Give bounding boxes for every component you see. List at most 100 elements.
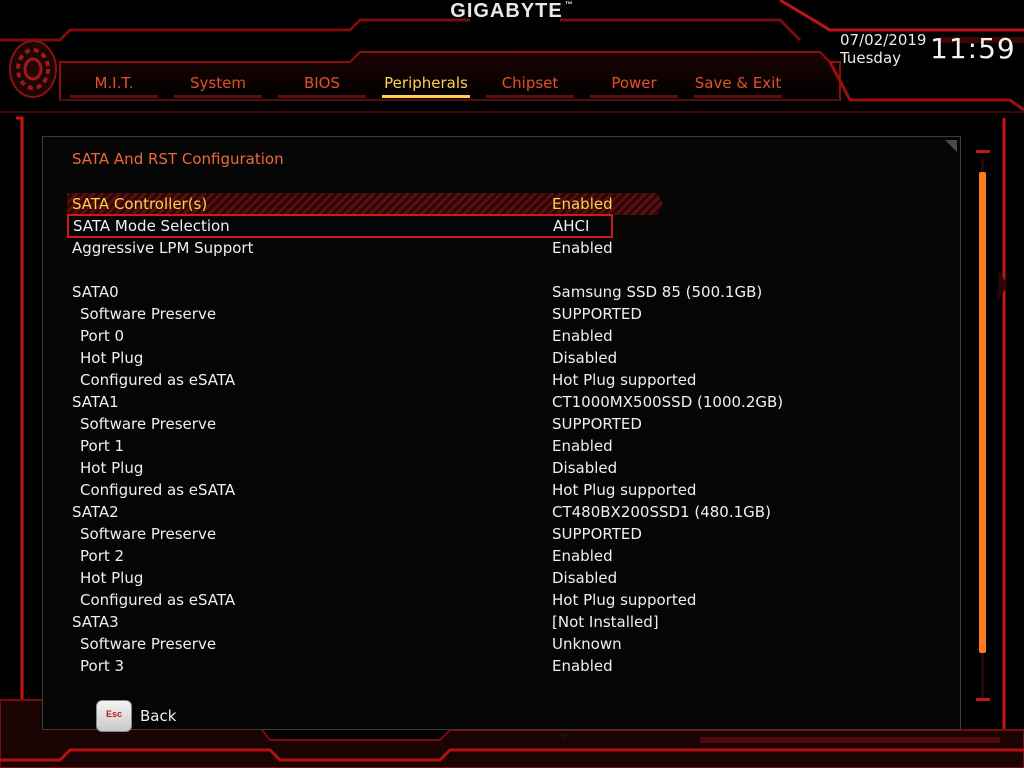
- tab-underline: [278, 95, 366, 98]
- setting-value: Disabled: [552, 459, 618, 477]
- tab-label: Save & Exit: [694, 74, 782, 92]
- info-row-software-preserve-1: Software Preserve SUPPORTED: [67, 413, 642, 435]
- setting-row-sata-mode-selection[interactable]: SATA Mode Selection AHCI: [67, 214, 613, 238]
- setting-label: SATA0: [72, 283, 119, 301]
- tab-label: Peripherals: [384, 74, 468, 92]
- brand-name: GIGABYTE: [450, 0, 563, 22]
- tab-underline: [486, 95, 574, 98]
- tab-label: BIOS: [303, 74, 341, 92]
- setting-label: Hot Plug: [80, 459, 144, 477]
- scrollbar-bottom-cap: [976, 698, 990, 701]
- setting-value: Enabled: [552, 239, 613, 257]
- esc-key-icon: Esc: [96, 700, 132, 732]
- setting-value: Enabled: [552, 195, 613, 213]
- panel-corner-decoration: [945, 140, 957, 152]
- tab-underline: [174, 95, 262, 98]
- setting-value: SUPPORTED: [552, 415, 642, 433]
- tab-underline: [70, 95, 158, 98]
- setting-value: Hot Plug supported: [552, 371, 697, 389]
- setting-row-port-2[interactable]: Port 2 Enabled: [67, 545, 637, 567]
- weekday: Tuesday: [840, 49, 902, 67]
- back-label: Back: [140, 707, 177, 725]
- setting-label: Configured as eSATA: [80, 481, 236, 499]
- setting-label: Hot Plug: [80, 569, 144, 587]
- setting-row-sata-controllers[interactable]: SATA Controller(s) Enabled: [67, 193, 663, 215]
- settings-panel: SATA And RST Configuration SATA Controll…: [42, 136, 961, 730]
- setting-label: SATA2: [72, 503, 119, 521]
- tab-power[interactable]: Power: [590, 72, 678, 98]
- setting-value: Enabled: [552, 547, 613, 565]
- info-row-sata0: SATA0 Samsung SSD 85 (500.1GB): [67, 281, 762, 303]
- setting-label: Software Preserve: [80, 635, 217, 653]
- clock: 11:59: [930, 32, 1016, 65]
- setting-label: Configured as eSATA: [80, 371, 236, 389]
- tab-system[interactable]: System: [174, 72, 262, 98]
- setting-value: Disabled: [552, 349, 618, 367]
- setting-row-port-1[interactable]: Port 1 Enabled: [67, 435, 637, 457]
- setting-row-hot-plug-2[interactable]: Hot Plug Disabled: [67, 567, 637, 589]
- date-display: 07/02/2019 Tuesday: [840, 31, 926, 67]
- scrollbar-thumb[interactable]: [979, 172, 986, 653]
- setting-value: Unknown: [552, 635, 622, 653]
- setting-label: Software Preserve: [80, 305, 217, 323]
- info-row-software-preserve-2: Software Preserve SUPPORTED: [67, 523, 642, 545]
- info-row-sata2: SATA2 CT480BX200SSD1 (480.1GB): [67, 501, 771, 523]
- setting-row-hot-plug-1[interactable]: Hot Plug Disabled: [67, 457, 637, 479]
- setting-label: Aggressive LPM Support: [72, 239, 254, 257]
- setting-value: Enabled: [552, 437, 613, 455]
- setting-value: SUPPORTED: [552, 525, 642, 543]
- setting-row-aggressive-lpm[interactable]: Aggressive LPM Support Enabled: [67, 237, 637, 259]
- info-row-sata1: SATA1 CT1000MX500SSD (1000.2GB): [67, 391, 783, 413]
- tab-label: Power: [611, 74, 657, 92]
- setting-label: Port 3: [80, 657, 125, 675]
- setting-value: CT480BX200SSD1 (480.1GB): [552, 503, 771, 521]
- setting-row-port-3[interactable]: Port 3 Enabled: [67, 655, 637, 677]
- info-row-software-preserve-0: Software Preserve SUPPORTED: [67, 303, 642, 325]
- settings-gear-icon: [9, 40, 57, 98]
- tab-label: System: [190, 74, 246, 92]
- setting-value: Samsung SSD 85 (500.1GB): [552, 283, 763, 301]
- setting-value: Disabled: [552, 569, 618, 587]
- setting-label: Port 1: [80, 437, 125, 455]
- info-row-software-preserve-3: Software Preserve Unknown: [67, 633, 637, 655]
- setting-label: SATA3: [72, 613, 119, 631]
- setting-row-hot-plug-0[interactable]: Hot Plug Disabled: [67, 347, 637, 369]
- setting-label: SATA1: [72, 393, 119, 411]
- setting-label: Software Preserve: [80, 415, 217, 433]
- tab-underline: [694, 95, 782, 98]
- tab-underline: [382, 95, 470, 98]
- tab-label: M.I.T.: [94, 74, 134, 92]
- setting-value: Hot Plug supported: [552, 481, 697, 499]
- section-title: SATA And RST Configuration: [72, 150, 284, 168]
- setting-row-esata-1[interactable]: Configured as eSATA Hot Plug supported: [67, 479, 696, 501]
- tab-label: Chipset: [501, 74, 559, 92]
- tab-bios[interactable]: BIOS: [278, 72, 366, 98]
- setting-value: CT1000MX500SSD (1000.2GB): [552, 393, 784, 411]
- tab-mit[interactable]: M.I.T.: [70, 72, 158, 98]
- scroll-down-arrow-icon: [558, 733, 570, 739]
- tab-underline: [590, 95, 678, 98]
- setting-label: SATA Controller(s): [72, 195, 208, 213]
- date: 07/02/2019: [840, 31, 927, 49]
- setting-row-esata-2[interactable]: Configured as eSATA Hot Plug supported: [67, 589, 696, 611]
- setting-value: Hot Plug supported: [552, 591, 697, 609]
- setting-row-esata-0[interactable]: Configured as eSATA Hot Plug supported: [67, 369, 696, 391]
- tab-chipset[interactable]: Chipset: [486, 72, 574, 98]
- scrollbar[interactable]: [976, 150, 990, 710]
- setting-value: Enabled: [552, 327, 613, 345]
- setting-value: [Not Installed]: [552, 613, 659, 631]
- setting-value: Enabled: [552, 657, 613, 675]
- setting-label: Port 0: [80, 327, 125, 345]
- tab-peripherals[interactable]: Peripherals: [382, 72, 470, 98]
- trademark: ™: [564, 0, 574, 9]
- tab-save-exit[interactable]: Save & Exit: [694, 72, 782, 98]
- setting-row-port-0[interactable]: Port 0 Enabled: [67, 325, 637, 347]
- info-row-sata3: SATA3 [Not Installed]: [67, 611, 659, 633]
- scrollbar-top-cap: [976, 150, 990, 153]
- setting-label: Configured as eSATA: [80, 591, 236, 609]
- brand-logo: GIGABYTE ™: [0, 0, 1024, 23]
- setting-value: AHCI: [553, 217, 590, 235]
- setting-label: Software Preserve: [80, 525, 217, 543]
- setting-label: Port 2: [80, 547, 125, 565]
- setting-label: SATA Mode Selection: [73, 217, 230, 235]
